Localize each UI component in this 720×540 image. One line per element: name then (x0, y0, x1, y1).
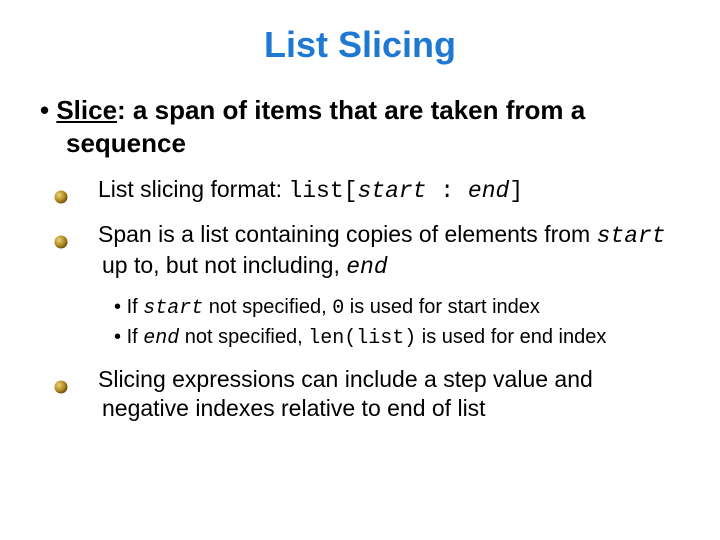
step-text: Slicing expressions can include a step v… (98, 366, 593, 421)
format-text: List slicing format: (98, 176, 288, 202)
subsub-b-3: is used for end index (416, 326, 606, 348)
slide: List Slicing Slice: a span of items that… (0, 0, 720, 540)
sub-sub-group: If start not specified, 0 is used for st… (40, 295, 680, 351)
slide-title: List Slicing (40, 24, 680, 66)
subsub-a-3: is used for start index (344, 296, 540, 318)
span-code-start: start (597, 223, 666, 249)
subsub-end: If end not specified, len(list) is used … (40, 325, 680, 351)
subsub-a-2: not specified, (203, 296, 332, 318)
span-text-1: Span is a list containing copies of elem… (98, 221, 597, 247)
format-code-colon: : (426, 178, 467, 204)
subsub-a-start: start (143, 297, 203, 320)
bullet-icon (78, 227, 92, 241)
term-slice: Slice (56, 95, 117, 125)
bullet-icon (78, 182, 92, 196)
subsub-b-len: len(list) (308, 327, 416, 350)
sub-bullet-span: Span is a list containing copies of elem… (40, 220, 680, 282)
bullet-icon (78, 372, 92, 386)
sub-bullet-format: List slicing format: list[start : end] (40, 175, 680, 206)
span-text-2: up to, but not including, (102, 252, 346, 278)
subsub-b-end: end (143, 327, 179, 350)
format-code-start: start (357, 178, 426, 204)
format-code-1: list[ (288, 178, 357, 204)
subsub-b-2: not specified, (179, 326, 308, 348)
sub-bullet-step: Slicing expressions can include a step v… (40, 365, 680, 423)
subsub-a-1: If (127, 296, 144, 318)
subsub-start: If start not specified, 0 is used for st… (40, 295, 680, 321)
span-code-end: end (346, 254, 387, 280)
main-bullet: Slice: a span of items that are taken fr… (40, 94, 680, 159)
subsub-b-1: If (127, 326, 144, 348)
subsub-a-zero: 0 (332, 297, 344, 320)
main-bullet-rest: : a span of items that are taken from a … (66, 95, 585, 158)
format-code-end: end (468, 178, 509, 204)
format-code-close: ] (509, 178, 523, 204)
